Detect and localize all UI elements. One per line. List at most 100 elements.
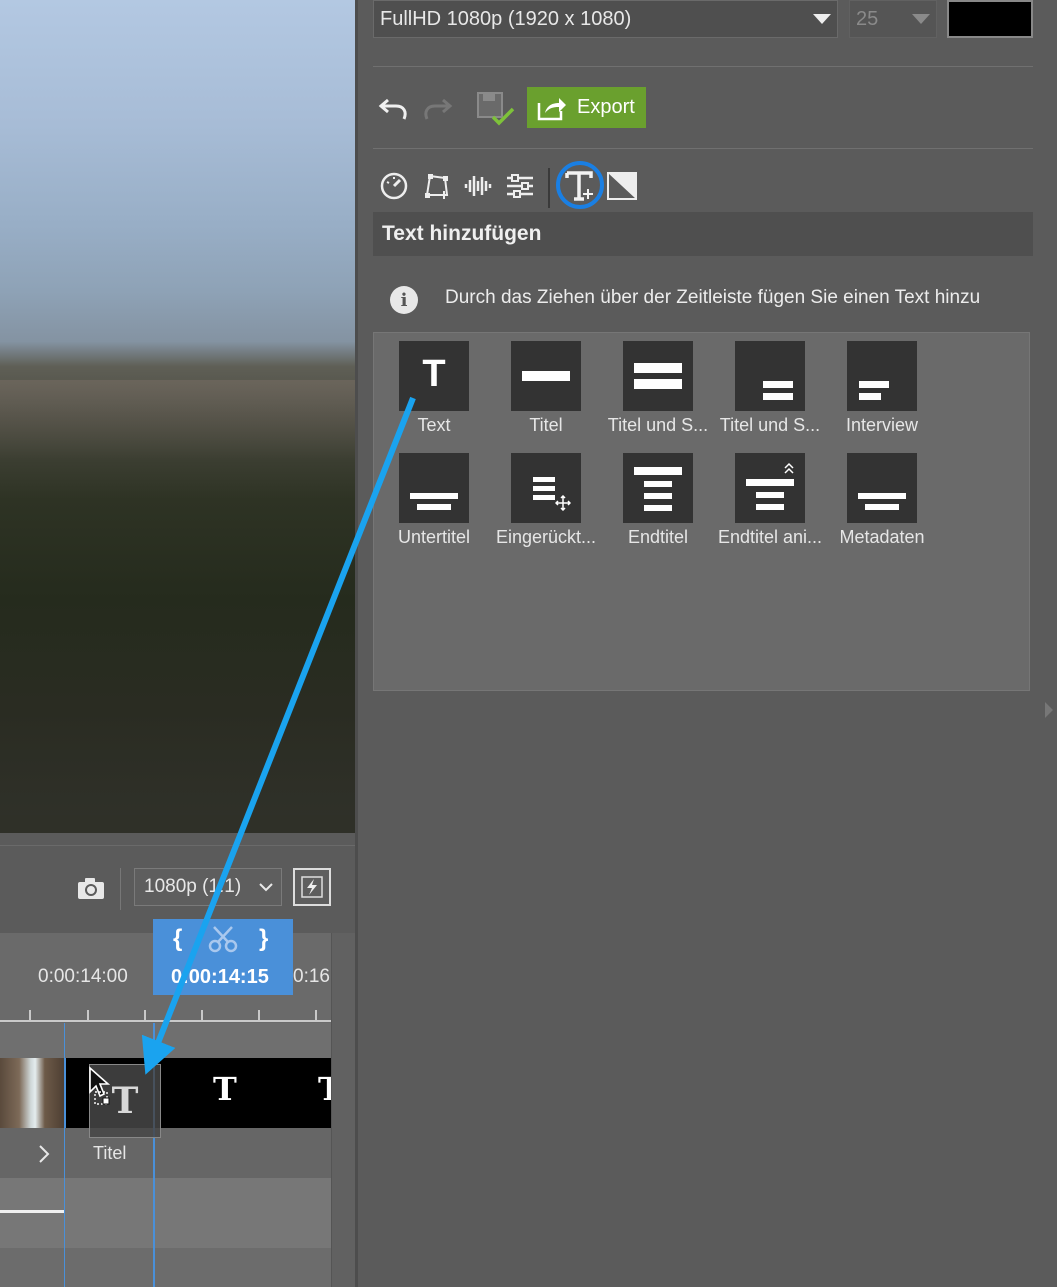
- scroll-up-icon: [784, 462, 794, 474]
- title-subtitle-bottom-icon: [735, 341, 805, 411]
- background-color-swatch[interactable]: [947, 0, 1033, 38]
- share-export-icon: [537, 97, 566, 120]
- info-icon: i: [390, 286, 418, 314]
- project-format-value: FullHD 1080p (1920 x 1080): [380, 7, 632, 30]
- panel-collapse-button[interactable]: [1040, 690, 1057, 730]
- panel-divider[interactable]: [355, 0, 358, 1287]
- preset-title-subtitle[interactable]: Titel und S...: [602, 341, 714, 436]
- project-format-select[interactable]: FullHD 1080p (1920 x 1080): [373, 0, 838, 38]
- animated-end-credits-icon: [735, 453, 805, 523]
- preset-label: Metadaten: [839, 527, 925, 547]
- playhead-line: [153, 1023, 155, 1287]
- ruler-time-label: 0:16: [293, 966, 330, 987]
- snapshot-button[interactable]: [74, 872, 108, 906]
- clip-label: Titel: [93, 1143, 127, 1163]
- tab-divider: [548, 168, 550, 208]
- preset-end-credits[interactable]: Endtitel: [602, 453, 714, 548]
- title-bar-icon: [511, 341, 581, 411]
- export-label: Export: [577, 96, 635, 118]
- move-icon: [555, 495, 571, 511]
- toolbar-separator: [120, 868, 121, 910]
- scissors-icon: [208, 926, 238, 953]
- empty-track[interactable]: [0, 1248, 331, 1287]
- expand-track-button[interactable]: [38, 1144, 50, 1169]
- preset-title[interactable]: Titel: [490, 341, 602, 436]
- cursor-arrow-icon: [89, 1066, 111, 1105]
- preset-label: Text: [417, 415, 451, 435]
- tab-transform[interactable]: [418, 168, 454, 204]
- adjust-icon: [507, 174, 533, 198]
- undo-icon: [378, 98, 407, 120]
- title-subtitle-icon: [623, 341, 693, 411]
- preset-animated-end-credits[interactable]: Endtitel ani...: [714, 453, 826, 548]
- playhead-time: 0:00:14:15: [171, 966, 269, 988]
- play-icon: [39, 1145, 50, 1163]
- indented-icon: [511, 453, 581, 523]
- ruler-tick: [144, 1010, 146, 1020]
- text-t-icon: T: [399, 341, 469, 411]
- preset-label: Titel und S...: [607, 415, 709, 435]
- ruler-time-label: 0:00:14:00: [38, 966, 128, 987]
- subtitle-icon: [399, 453, 469, 523]
- clip-boundary-line: [64, 1023, 65, 1287]
- preset-label: Titel und S...: [719, 415, 821, 435]
- caret-down-icon: [813, 14, 831, 24]
- mark-out-button[interactable]: }: [259, 925, 268, 953]
- fps-select[interactable]: 25: [849, 0, 937, 38]
- camera-icon: [78, 878, 104, 899]
- export-button[interactable]: Export: [527, 87, 646, 128]
- metadata-icon: [847, 453, 917, 523]
- preset-text[interactable]: T Text: [378, 341, 490, 436]
- tab-adjust[interactable]: [502, 168, 538, 204]
- ruler-tick: [258, 1010, 260, 1020]
- info-text: Durch das Ziehen über der Zeitleiste füg…: [445, 287, 981, 308]
- mark-in-button[interactable]: {: [173, 925, 182, 953]
- preset-label: Endtitel: [627, 527, 689, 547]
- fast-preview-button[interactable]: [293, 868, 331, 906]
- highlight-circle: [556, 161, 604, 209]
- preset-interview[interactable]: Interview: [826, 341, 938, 436]
- chevron-down-icon: [259, 882, 273, 891]
- undo-button[interactable]: [375, 90, 413, 126]
- preset-metadata[interactable]: Metadaten: [826, 453, 938, 548]
- panel-separator: [373, 66, 1033, 67]
- preview-hill-tone: [0, 380, 355, 460]
- ruler-tick: [87, 1010, 89, 1020]
- video-clip-thumbnail[interactable]: [0, 1058, 64, 1128]
- transform-icon: [425, 174, 449, 199]
- preset-title-subtitle-bottom[interactable]: Titel und S...: [714, 341, 826, 436]
- fps-value: 25: [856, 7, 879, 30]
- lightning-icon: [301, 876, 323, 898]
- preset-label: Interview: [845, 415, 919, 435]
- tab-audio[interactable]: [460, 168, 496, 204]
- mouse-cursor: [88, 1066, 120, 1115]
- panel-separator: [373, 148, 1033, 149]
- timeline-vertical-scrollbar[interactable]: [331, 933, 356, 1287]
- section-title: Text hinzufügen: [382, 222, 542, 245]
- preset-indented[interactable]: Eingerückt...: [490, 453, 602, 548]
- audio-volume-line: [0, 1210, 64, 1213]
- text-preset-grid: T Text Titel Titel und S... Titel und S.…: [373, 332, 1030, 691]
- preset-label: Untertitel: [397, 527, 471, 547]
- text-clip-thumbnail[interactable]: T: [318, 1070, 331, 1108]
- preset-subtitle[interactable]: Untertitel: [378, 453, 490, 548]
- interview-icon: [847, 341, 917, 411]
- end-credits-icon: [623, 453, 693, 523]
- tab-transitions[interactable]: [604, 168, 640, 204]
- text-clip-thumbnail[interactable]: T: [213, 1070, 237, 1108]
- save-button[interactable]: [474, 88, 516, 130]
- chevron-right-icon: [1044, 702, 1053, 718]
- preview-bottom-strip: [0, 815, 355, 833]
- caret-down-icon: [912, 14, 930, 24]
- split-button[interactable]: [208, 925, 238, 958]
- transition-icon: [607, 172, 637, 200]
- preview-resolution-select[interactable]: 1080p (1:1): [134, 868, 282, 906]
- section-header: Text hinzufügen: [373, 212, 1033, 256]
- preset-label: Endtitel ani...: [717, 527, 823, 547]
- video-preview: [0, 0, 355, 833]
- preview-resolution-value: 1080p (1:1): [144, 876, 242, 897]
- redo-button[interactable]: [418, 90, 456, 126]
- tab-speed[interactable]: [376, 168, 412, 204]
- preset-label: Eingerückt...: [495, 527, 597, 547]
- audio-track[interactable]: [0, 1178, 331, 1248]
